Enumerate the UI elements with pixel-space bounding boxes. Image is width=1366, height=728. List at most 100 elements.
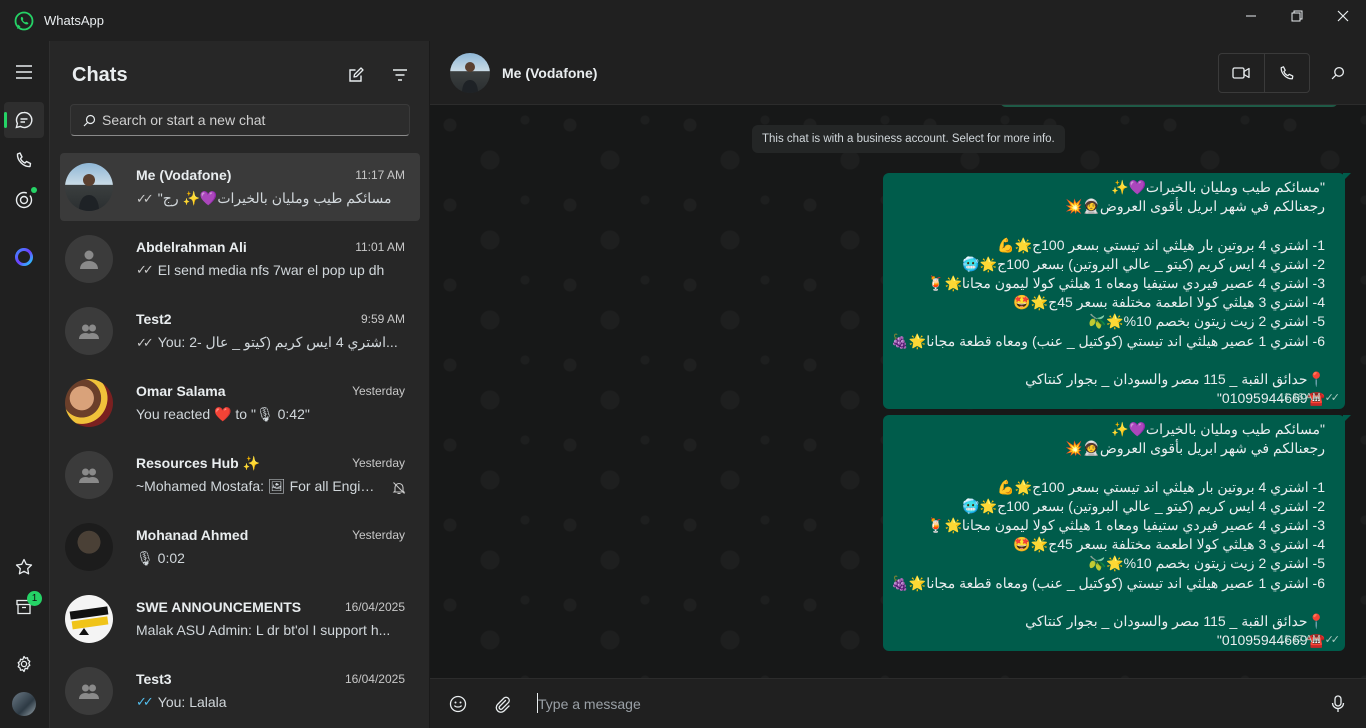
message-text: "مسائكم طيب ومليان بالخيرات💜✨ رجعنالكم ف… (891, 179, 1325, 407)
chat-item-mohanad-ahmed[interactable]: Mohanad Ahmed Yesterday 🎙 0:02 (60, 513, 420, 581)
chats-title: Chats (72, 64, 128, 86)
business-account-notice[interactable]: This chat is with a business account. Se… (752, 125, 1065, 153)
chat-time: 16/04/2025 (344, 672, 405, 686)
message-composer (430, 678, 1366, 728)
chat-preview: ~Mohamed Mostafa: 🖼 For all Engineers (136, 478, 381, 494)
search-icon (1331, 66, 1345, 80)
new-chat-icon (347, 66, 365, 84)
voice-call-button[interactable] (1263, 54, 1310, 92)
message-bubble-outgoing[interactable]: "مسائكم طيب ومليان بالخيرات💜✨ رجعنالكم ف… (883, 415, 1351, 651)
voice-message-button[interactable] (1326, 692, 1350, 716)
status-tab[interactable] (4, 182, 44, 218)
close-button[interactable] (1320, 0, 1366, 32)
menu-icon (15, 65, 33, 79)
conversation-header[interactable]: Me (Vodafone) (430, 41, 1366, 105)
chat-item-resources-hub[interactable]: Resources Hub ✨ Yesterday ~Mohamed Mosta… (60, 441, 420, 509)
chat-name: Me (Vodafone) (136, 167, 232, 183)
search-bar[interactable] (70, 104, 410, 136)
chat-time: 11:01 AM (355, 240, 405, 254)
previous-message-edge (1000, 105, 1338, 107)
contact-avatar[interactable] (450, 53, 490, 93)
profile-button[interactable] (4, 686, 44, 722)
chat-time: 16/04/2025 (344, 600, 405, 614)
double-check-icon: ✓✓ (136, 190, 154, 206)
minimize-button[interactable] (1228, 0, 1274, 32)
chat-name: Test3 (136, 671, 172, 687)
double-check-icon: ✓✓ (136, 334, 154, 350)
chat-time: 11:17 AM (355, 168, 405, 182)
archived-chats-button[interactable]: 1 (4, 589, 44, 625)
chat-name: Omar Salama (136, 383, 226, 399)
chat-preview: Malak ASU Admin: L dr bt'ol I support h.… (136, 622, 391, 638)
message-time: 11:16 AM (1279, 392, 1321, 403)
avatar (65, 163, 113, 211)
meta-ai-icon (14, 247, 34, 267)
phone-icon (1279, 65, 1295, 81)
gear-icon (15, 655, 33, 673)
default-user-avatar-icon (65, 235, 113, 283)
chat-time: Yesterday (352, 384, 405, 398)
video-call-button[interactable] (1219, 54, 1264, 92)
chat-preview: You reacted ❤️ to "🎙 0:42" (136, 406, 310, 422)
message-list[interactable]: This chat is with a business account. Se… (430, 105, 1366, 678)
chat-time: 9:59 AM (360, 312, 405, 326)
emoji-icon (449, 695, 467, 713)
default-group-avatar-icon (65, 451, 113, 499)
message-input[interactable] (538, 693, 1298, 715)
announcement-avatar-icon (65, 595, 113, 643)
default-group-avatar-icon (65, 307, 113, 355)
whatsapp-logo-icon (14, 11, 34, 31)
status-update-dot (31, 187, 37, 193)
chat-name: Resources Hub ✨ (136, 455, 261, 471)
app-title: WhatsApp (44, 13, 104, 28)
calls-icon (15, 151, 33, 169)
chat-time: Yesterday (352, 456, 405, 470)
chats-icon (14, 110, 34, 130)
meta-ai-button[interactable] (4, 239, 44, 275)
chat-item-test2[interactable]: Test2 9:59 AM ✓✓ You: 2- اشتري 4 ايس كريم… (60, 297, 420, 365)
chat-preview: You: 2- اشتري 4 ايس كريم (كيتو _ عال... (157, 334, 398, 350)
contact-name[interactable]: Me (Vodafone) (502, 65, 597, 81)
filter-chats-button[interactable] (388, 63, 412, 87)
chat-item-abdelrahman-ali[interactable]: Abdelrahman Ali 11:01 AM ✓✓ El send media… (60, 225, 420, 293)
chat-name: SWE ANNOUNCEMENTS (136, 599, 302, 615)
muted-bell-icon (392, 481, 406, 495)
chat-name: Mohanad Ahmed (136, 527, 249, 543)
star-icon (15, 558, 33, 576)
restore-button[interactable] (1274, 0, 1320, 32)
video-camera-icon (1232, 66, 1250, 80)
chats-tab[interactable] (4, 102, 44, 138)
new-chat-button[interactable] (344, 63, 368, 87)
chat-item-test3[interactable]: Test3 16/04/2025 ✓✓ You: Lalala (60, 657, 420, 725)
chat-preview: El send media nfs 7war el pop up dh (157, 262, 385, 278)
message-text: "مسائكم طيب ومليان بالخيرات💜✨ رجعنالكم ف… (891, 421, 1325, 649)
avatar (65, 379, 113, 427)
double-check-read-icon: ✓✓ (136, 694, 154, 709)
emoji-button[interactable] (446, 692, 470, 716)
avatar (65, 523, 113, 571)
calls-tab[interactable] (4, 142, 44, 178)
chat-preview: 🎙 0:02 (136, 550, 185, 566)
message-bubble-outgoing[interactable]: "مسائكم طيب ومليان بالخيرات💜✨ رجعنالكم ف… (883, 173, 1351, 409)
chat-item-swe-announcements[interactable]: SWE ANNOUNCEMENTS 16/04/2025 Malak ASU A… (60, 585, 420, 653)
navigation-rail: 1 (0, 41, 49, 728)
chat-time: Yesterday (352, 528, 405, 542)
chat-preview: You: Lalala (157, 694, 227, 710)
settings-button[interactable] (4, 646, 44, 682)
chat-name: Test2 (136, 311, 172, 327)
chat-item-omar-salama[interactable]: Omar Salama Yesterday You reacted ❤️ to … (60, 369, 420, 437)
conversation-panel: Me (Vodafone) This chat is with a busine… (430, 41, 1366, 728)
chat-name: Abdelrahman Ali (136, 239, 247, 255)
search-input[interactable] (102, 112, 409, 128)
chat-list-panel: Chats Me (Vodafone) 11:17 AM ✓✓"مسائكم ط… (49, 41, 430, 728)
menu-button[interactable] (4, 54, 44, 90)
message-time: 11:17 AM (1279, 634, 1321, 645)
chat-preview: "مسائكم طيب ومليان بالخيرات💜✨ رج (157, 190, 392, 206)
attach-button[interactable] (490, 692, 514, 716)
starred-messages-button[interactable] (4, 549, 44, 585)
profile-avatar (12, 692, 36, 716)
search-in-chat-button[interactable] (1326, 61, 1350, 85)
paperclip-icon (494, 695, 510, 713)
search-icon (83, 114, 96, 127)
chat-item-me-vodafone[interactable]: Me (Vodafone) 11:17 AM ✓✓ "مسائكم طيب ومل… (60, 153, 420, 221)
